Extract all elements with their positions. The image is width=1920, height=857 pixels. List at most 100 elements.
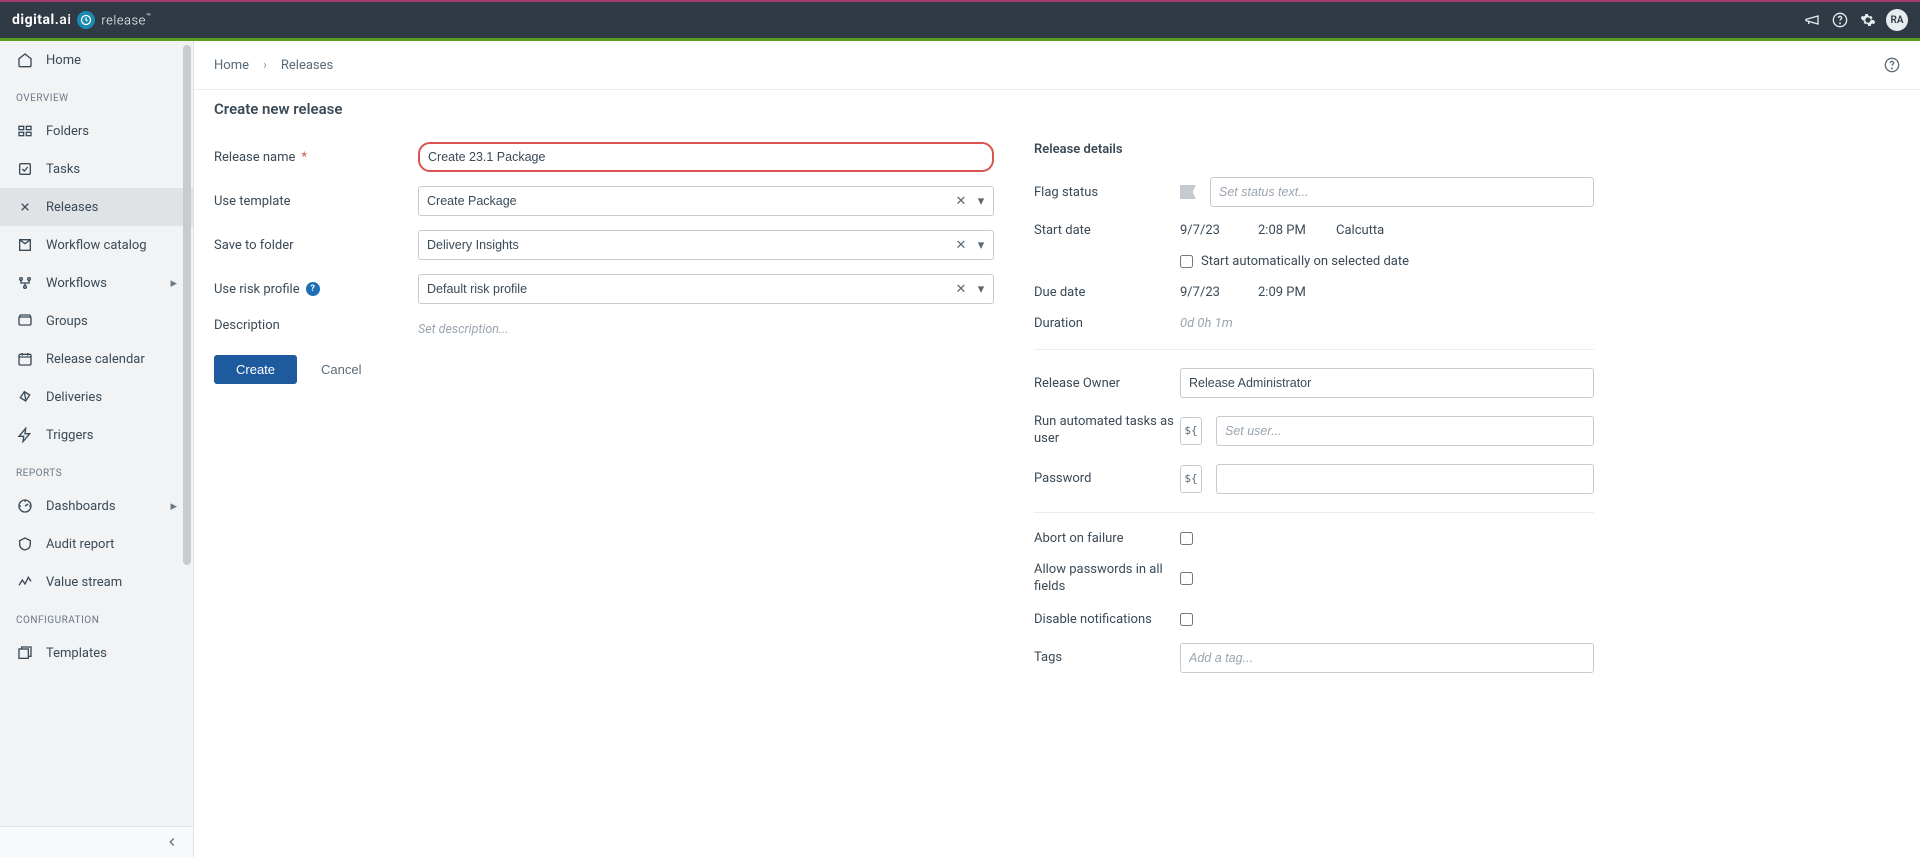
divider — [1034, 512, 1594, 513]
release-details: Release details Flag status Start date — [1034, 142, 1594, 689]
nav-label: Folders — [46, 124, 89, 139]
nav-release-calendar[interactable]: Release calendar — [0, 340, 193, 378]
page-help-icon[interactable] — [1884, 57, 1900, 73]
divider — [1034, 349, 1594, 350]
clear-icon[interactable]: ✕ — [952, 236, 970, 254]
variable-button[interactable]: ${ — [1180, 417, 1202, 445]
label-description: Description — [214, 318, 418, 333]
nav-home[interactable]: Home — [0, 41, 193, 79]
allow-pw-checkbox[interactable] — [1180, 572, 1193, 585]
label-allow-pw: Allow passwords in all fields — [1034, 562, 1180, 596]
label-run-as-user: Run automated tasks as user — [1034, 414, 1180, 448]
details-title: Release details — [1034, 142, 1594, 157]
disable-notif-checkbox[interactable] — [1180, 613, 1193, 626]
clear-icon[interactable]: ✕ — [952, 280, 970, 298]
label-flag-status: Flag status — [1034, 185, 1180, 200]
start-date-value[interactable]: 9/7/23 — [1180, 223, 1244, 238]
start-auto-box[interactable] — [1180, 255, 1193, 268]
settings-icon[interactable] — [1854, 6, 1882, 34]
tasks-icon — [16, 160, 34, 178]
nav-triggers[interactable]: Triggers — [0, 416, 193, 454]
label-start-date: Start date — [1034, 223, 1180, 238]
password-input[interactable] — [1216, 464, 1594, 494]
chevron-down-icon[interactable]: ▾ — [972, 236, 990, 254]
chevron-down-icon[interactable]: ▾ — [972, 280, 990, 298]
groups-icon — [16, 312, 34, 330]
label-use-template: Use template — [214, 194, 418, 209]
calendar-icon — [16, 350, 34, 368]
home-icon — [16, 51, 34, 69]
label-tags: Tags — [1034, 650, 1180, 665]
info-icon[interactable]: ? — [306, 282, 320, 296]
chevron-right-icon: ▸ — [170, 276, 177, 291]
product-name: release™ — [101, 12, 151, 28]
nav-label: Deliveries — [46, 390, 102, 405]
nav-label: Dashboards — [46, 499, 116, 514]
nav-label: Value stream — [46, 575, 122, 590]
clear-icon[interactable]: ✕ — [952, 192, 970, 210]
nav-audit-report[interactable]: Audit report — [0, 525, 193, 563]
start-time-value[interactable]: 2:08 PM — [1258, 223, 1322, 238]
nav-tasks[interactable]: Tasks — [0, 150, 193, 188]
breadcrumb: Home › Releases — [194, 41, 1920, 89]
brand: digital.ai release™ — [12, 11, 151, 29]
cancel-button[interactable]: Cancel — [321, 362, 361, 377]
nav-groups[interactable]: Groups — [0, 302, 193, 340]
label-risk-profile: Use risk profile ? — [214, 282, 418, 297]
nav-label: Triggers — [46, 428, 93, 443]
start-tz-value: Calcutta — [1336, 223, 1400, 238]
create-button[interactable]: Create — [214, 355, 297, 384]
chevron-down-icon[interactable]: ▾ — [972, 192, 990, 210]
crumb-home[interactable]: Home — [214, 58, 249, 73]
nav-folders[interactable]: Folders — [0, 112, 193, 150]
chevron-right-icon: ▸ — [170, 499, 177, 514]
duration-value: 0d 0h 1m — [1180, 316, 1233, 331]
nav-workflows[interactable]: Workflows ▸ — [0, 264, 193, 302]
section-configuration: CONFIGURATION — [0, 601, 193, 634]
nav-deliveries[interactable]: Deliveries — [0, 378, 193, 416]
triggers-icon — [16, 426, 34, 444]
nav-templates[interactable]: Templates — [0, 634, 193, 672]
brand-text: digital.ai — [12, 12, 71, 28]
nav-value-stream[interactable]: Value stream — [0, 563, 193, 601]
risk-profile-select[interactable] — [418, 274, 994, 304]
sidebar-collapse[interactable] — [0, 826, 193, 857]
run-as-user-input[interactable] — [1216, 416, 1594, 446]
deliveries-icon — [16, 388, 34, 406]
crumb-releases[interactable]: Releases — [281, 58, 333, 73]
variable-button[interactable]: ${ — [1180, 465, 1202, 493]
user-avatar[interactable]: RA — [1886, 9, 1908, 31]
description-input[interactable]: Set description... — [418, 318, 994, 341]
abort-checkbox[interactable] — [1180, 532, 1193, 545]
releases-icon — [16, 198, 34, 216]
save-folder-select[interactable] — [418, 230, 994, 260]
label-owner: Release Owner — [1034, 376, 1180, 391]
catalog-icon — [16, 236, 34, 254]
tags-input[interactable] — [1180, 643, 1594, 673]
due-time-value[interactable]: 2:09 PM — [1258, 285, 1322, 300]
nav-workflow-catalog[interactable]: Workflow catalog — [0, 226, 193, 264]
announce-icon[interactable] — [1798, 6, 1826, 34]
flag-icon[interactable] — [1180, 185, 1196, 199]
start-automatically-checkbox[interactable]: Start automatically on selected date — [1180, 254, 1409, 269]
label-duration: Duration — [1034, 316, 1180, 331]
help-icon[interactable] — [1826, 6, 1854, 34]
release-name-input[interactable] — [418, 142, 994, 172]
flag-status-input[interactable] — [1210, 177, 1594, 207]
nav-releases[interactable]: Releases — [0, 188, 193, 226]
nav-label: Audit report — [46, 537, 114, 552]
due-date-value[interactable]: 9/7/23 — [1180, 285, 1244, 300]
workflows-icon — [16, 274, 34, 292]
nav-label: Release calendar — [46, 352, 145, 367]
folders-icon — [16, 122, 34, 140]
top-bar: digital.ai release™ RA — [0, 0, 1920, 38]
nav-label: Home — [46, 53, 81, 68]
main-content: Home › Releases Create new release Relea… — [194, 41, 1920, 857]
product-icon — [77, 11, 95, 29]
sidebar: Home OVERVIEW Folders Tasks Releases Wor… — [0, 41, 194, 857]
nav-dashboards[interactable]: Dashboards ▸ — [0, 487, 193, 525]
sidebar-scrollbar[interactable] — [183, 41, 193, 857]
nav-label: Workflow catalog — [46, 238, 147, 253]
use-template-select[interactable] — [418, 186, 994, 216]
release-owner-input[interactable] — [1180, 368, 1594, 398]
